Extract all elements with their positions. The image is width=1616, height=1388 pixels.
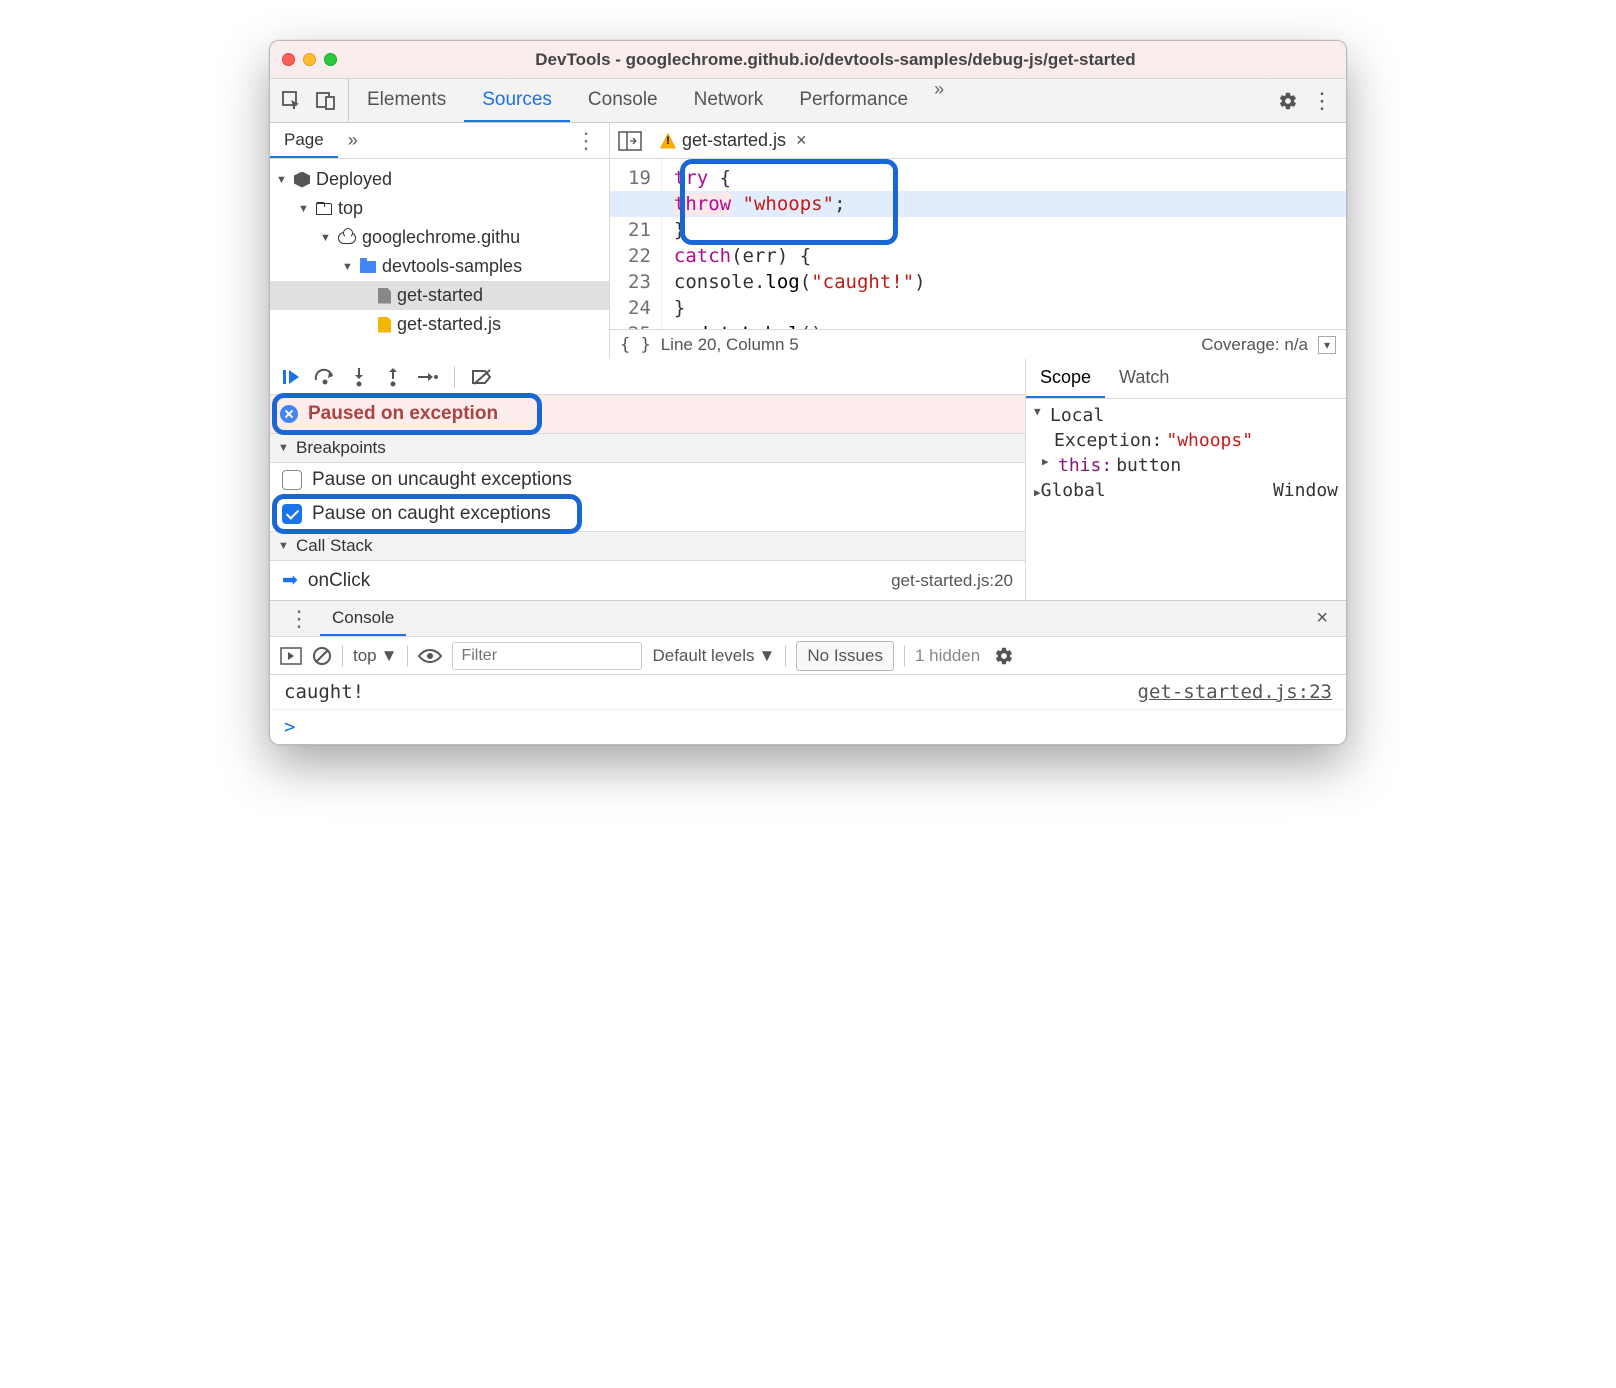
tree-deployed[interactable]: ▼Deployed bbox=[270, 165, 609, 194]
inspect-element-icon[interactable] bbox=[282, 91, 302, 111]
tab-elements[interactable]: Elements bbox=[349, 79, 464, 122]
scope-global-group[interactable]: ▶GlobalWindow bbox=[1026, 478, 1346, 503]
clear-console-icon[interactable] bbox=[312, 646, 332, 666]
deactivate-breakpoints-button[interactable] bbox=[471, 366, 493, 388]
issues-button[interactable]: No Issues bbox=[796, 641, 894, 671]
step-button[interactable] bbox=[416, 366, 438, 388]
scope-this[interactable]: ▶this: button bbox=[1026, 453, 1346, 478]
pause-uncaught-toggle[interactable]: Pause on uncaught exceptions bbox=[270, 463, 1025, 497]
console-log-entry[interactable]: caught! get-started.js:23 bbox=[270, 675, 1346, 710]
titlebar: DevTools - googlechrome.github.io/devtoo… bbox=[270, 41, 1346, 79]
main-toolbar: Elements Sources Console Network Perform… bbox=[270, 79, 1346, 123]
step-over-button[interactable] bbox=[314, 366, 336, 388]
scope-tab[interactable]: Scope bbox=[1026, 359, 1105, 398]
current-frame-arrow-icon: ➡ bbox=[282, 569, 298, 592]
pause-caught-toggle[interactable]: Pause on caught exceptions bbox=[270, 497, 1025, 531]
js-file-icon bbox=[378, 317, 391, 333]
cube-icon bbox=[294, 172, 310, 188]
debugger-left-pane: Paused on exception ▼Breakpoints Pause o… bbox=[270, 359, 1026, 600]
paused-banner: Paused on exception bbox=[270, 395, 1025, 433]
close-drawer-icon[interactable]: × bbox=[1306, 607, 1338, 630]
console-sidebar-toggle-icon[interactable] bbox=[280, 647, 302, 665]
drawer-console-tab[interactable]: Console bbox=[320, 601, 406, 636]
zoom-window-button[interactable] bbox=[324, 53, 337, 66]
tab-console[interactable]: Console bbox=[570, 79, 676, 122]
traffic-lights bbox=[282, 53, 337, 66]
device-mode-icon[interactable] bbox=[316, 91, 336, 111]
tab-performance[interactable]: Performance bbox=[781, 79, 926, 122]
tree-top[interactable]: ▼top bbox=[270, 194, 609, 223]
console-drawer: ⋮ Console × top▼ Default levels▼ No Issu… bbox=[270, 600, 1346, 744]
callstack-header[interactable]: ▼Call Stack bbox=[270, 531, 1025, 561]
line-gutter: 19 20 21 22 23 24 25 bbox=[610, 159, 662, 329]
tree-domain[interactable]: ▼googlechrome.githu bbox=[270, 223, 609, 252]
file-icon bbox=[378, 288, 391, 304]
console-toolbar: top▼ Default levels▼ No Issues 1 hidden bbox=[270, 637, 1346, 675]
step-out-button[interactable] bbox=[382, 366, 404, 388]
step-into-button[interactable] bbox=[348, 366, 370, 388]
kebab-menu-icon[interactable]: ⋮ bbox=[1312, 91, 1332, 111]
tab-sources[interactable]: Sources bbox=[464, 79, 570, 122]
console-filter-input[interactable] bbox=[452, 642, 642, 670]
log-source-link[interactable]: get-started.js:23 bbox=[1138, 681, 1332, 703]
toggle-navigator-icon[interactable] bbox=[618, 131, 642, 151]
context-selector[interactable]: top▼ bbox=[353, 646, 397, 666]
pretty-print-icon[interactable]: { } bbox=[620, 335, 651, 355]
tree-file-html[interactable]: get-started bbox=[270, 281, 609, 310]
console-output: caught! get-started.js:23 > bbox=[270, 675, 1346, 744]
frame-icon bbox=[316, 203, 332, 215]
hidden-messages[interactable]: 1 hidden bbox=[915, 646, 980, 666]
minimize-window-button[interactable] bbox=[303, 53, 316, 66]
watch-tab[interactable]: Watch bbox=[1105, 359, 1183, 398]
drawer-menu-icon[interactable]: ⋮ bbox=[278, 606, 320, 632]
tree-file-js[interactable]: get-started.js bbox=[270, 310, 609, 339]
folder-icon bbox=[360, 261, 376, 273]
navigator-page-tab[interactable]: Page bbox=[270, 123, 338, 158]
log-levels-selector[interactable]: Default levels▼ bbox=[652, 646, 775, 666]
more-navigator-tabs-icon[interactable]: » bbox=[338, 130, 368, 151]
editor-pane: 19 20 21 22 23 24 25 try { throw "whoops… bbox=[610, 159, 1346, 359]
console-prompt[interactable]: > bbox=[270, 710, 1346, 744]
editor-file-name: get-started.js bbox=[682, 130, 786, 151]
close-file-icon[interactable]: × bbox=[792, 130, 811, 151]
close-window-button[interactable] bbox=[282, 53, 295, 66]
editor-status-bar: { } Line 20, Column 5 Coverage: n/a ▾ bbox=[610, 329, 1346, 359]
annotation-highlight-caught bbox=[272, 494, 582, 534]
debugger-toolbar bbox=[270, 359, 1025, 395]
annotation-highlight-try bbox=[680, 159, 898, 245]
settings-icon[interactable] bbox=[1278, 91, 1298, 111]
cursor-position: Line 20, Column 5 bbox=[661, 335, 799, 355]
breakpoints-header[interactable]: ▼Breakpoints bbox=[270, 433, 1025, 463]
resume-button[interactable] bbox=[280, 366, 302, 388]
tab-network[interactable]: Network bbox=[676, 79, 782, 122]
cloud-icon bbox=[338, 232, 356, 244]
console-settings-icon[interactable] bbox=[994, 646, 1014, 666]
scope-local-group[interactable]: ▼Local bbox=[1026, 403, 1346, 428]
editor-file-tab[interactable]: get-started.js × bbox=[652, 123, 819, 158]
more-tabs-icon[interactable]: » bbox=[926, 79, 952, 122]
callstack-frame[interactable]: ➡ onClick get-started.js:20 bbox=[270, 561, 1025, 600]
live-expression-icon[interactable] bbox=[418, 648, 442, 664]
code-editor[interactable]: 19 20 21 22 23 24 25 try { throw "whoops… bbox=[610, 159, 1346, 329]
navigator-menu-icon[interactable]: ⋮ bbox=[563, 128, 609, 154]
window-title: DevTools - googlechrome.github.io/devtoo… bbox=[337, 50, 1334, 70]
coverage-status: Coverage: n/a bbox=[1201, 335, 1308, 355]
scope-exception[interactable]: Exception: "whoops" bbox=[1026, 428, 1346, 453]
annotation-highlight-paused bbox=[272, 393, 542, 435]
navigator-tree: ▼Deployed ▼top ▼googlechrome.githu ▼devt… bbox=[270, 159, 610, 359]
devtools-window: DevTools - googlechrome.github.io/devtoo… bbox=[269, 40, 1347, 745]
scope-pane: Scope Watch ▼Local Exception: "whoops" ▶… bbox=[1026, 359, 1346, 600]
warning-icon bbox=[660, 133, 676, 149]
checkbox-unchecked-icon[interactable] bbox=[282, 470, 302, 490]
editor-menu-icon[interactable]: ▾ bbox=[1318, 336, 1336, 354]
sources-subbar: Page » ⋮ get-started.js × bbox=[270, 123, 1346, 159]
tree-folder[interactable]: ▼devtools-samples bbox=[270, 252, 609, 281]
